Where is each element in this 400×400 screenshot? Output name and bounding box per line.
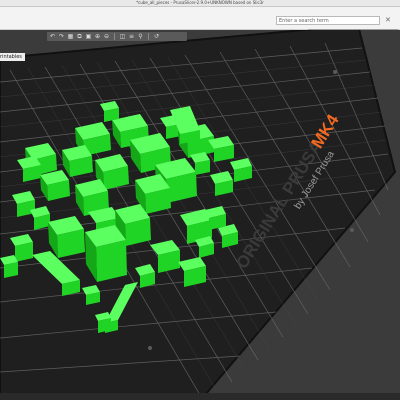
bed-screw	[350, 228, 354, 232]
toolbar-separator	[148, 33, 149, 40]
split-icon[interactable]: ◫	[119, 33, 126, 40]
layers-icon[interactable]: ≡	[128, 33, 135, 40]
paste-icon[interactable]: ▣	[85, 33, 92, 40]
status-bar	[0, 393, 400, 400]
delete-icon[interactable]: ⊖	[103, 33, 110, 40]
copy-icon[interactable]: ⧉	[76, 33, 83, 40]
toolbar-separator	[114, 33, 115, 40]
arrange-icon[interactable]: ▦	[67, 33, 74, 40]
top-toolbar: ✕	[0, 7, 400, 30]
bed-screw	[333, 70, 337, 74]
view-toolbar: ↶ ↷ ▦ ⧉ ▣ ⊕ ⊖ ◫ ≡ ⚲ ↺	[47, 32, 187, 41]
back-icon[interactable]: ↺	[153, 33, 160, 40]
search-icon[interactable]: ⚲	[137, 33, 144, 40]
undo-icon[interactable]: ↶	[49, 33, 56, 40]
bed-scene[interactable]: ORIGINAL PRUSA MK4 by Josef Prusa	[0, 30, 400, 400]
close-icon[interactable]: ✕	[385, 16, 391, 25]
bed-screw	[148, 346, 152, 350]
search-input[interactable]	[276, 16, 380, 25]
redo-icon[interactable]: ↷	[58, 33, 65, 40]
sidebar-label: rintables	[0, 53, 25, 61]
add-icon[interactable]: ⊕	[94, 33, 101, 40]
window-title: *cube_all_pieces - PrusaSlicer-2.9.0+UNK…	[0, 0, 400, 7]
